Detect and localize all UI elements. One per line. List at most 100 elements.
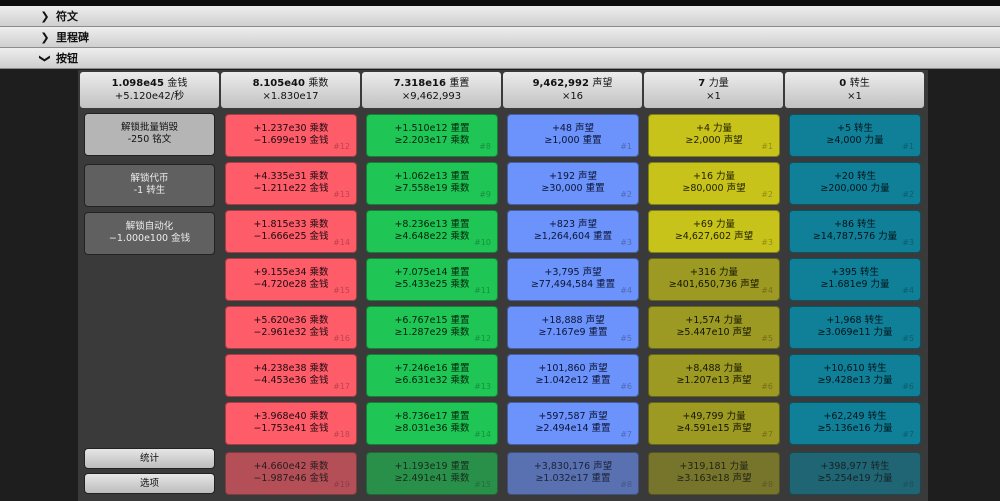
- upgrade-gain: +1.815e33 乘数: [253, 219, 329, 230]
- stats-button[interactable]: 统计: [84, 448, 215, 469]
- upgrade-index: #2: [902, 190, 914, 199]
- upgrade-cost: ≥401,650,736 声望: [668, 279, 760, 290]
- reset-upgrade-button[interactable]: +8.236e13 重置 ≥4.648e22 乘数 #10: [366, 210, 498, 253]
- upgrade-index: #1: [620, 142, 632, 151]
- multiplier-upgrade-button[interactable]: +9.155e34 乘数 −4.720e28 金钱 #15: [225, 258, 357, 301]
- upgrade-gain: +5.620e36 乘数: [253, 315, 329, 326]
- power-upgrade-button[interactable]: +49,799 力量 ≥4.591e15 声望 #7: [648, 402, 780, 445]
- resource-amount: 9,462,992: [532, 78, 589, 89]
- upgrade-gain: +8.736e17 重置: [394, 411, 470, 422]
- upgrade-gain: +597,587 声望: [538, 411, 608, 422]
- prestige-upgrade-button[interactable]: +3,830,176 声望 ≥1.032e17 重置 #8: [507, 452, 639, 495]
- upgrade-gain: +7.075e14 重置: [394, 267, 470, 278]
- rebirth-upgrade-button[interactable]: +86 转生 ≥14,787,576 力量 #3: [789, 210, 921, 253]
- reset-upgrade-button[interactable]: +6.767e15 重置 ≥1.287e29 乘数 #12: [366, 306, 498, 349]
- resource-rate: ×9,462,993: [401, 91, 462, 102]
- upgrade-index: #8: [479, 142, 491, 151]
- upgrade-cost: ≥1,000 重置: [544, 135, 602, 146]
- upgrade-index: #6: [902, 382, 914, 391]
- resource-rate: +5.120e42/秒: [114, 91, 185, 102]
- multiplier-upgrade-button[interactable]: +3.968e40 乘数 −1.753e41 金钱 #18: [225, 402, 357, 445]
- rebirth-upgrade-button[interactable]: +5 转生 ≥4,000 力量 #1: [789, 114, 921, 157]
- rebirth-upgrade-button[interactable]: +395 转生 ≥1.681e9 力量 #4: [789, 258, 921, 301]
- multiplier-upgrade-button[interactable]: +4.660e42 乘数 −1.987e46 金钱 #19: [225, 452, 357, 495]
- upgrade-index: #1: [902, 142, 914, 151]
- resource-amount: 1.098e45: [111, 78, 164, 89]
- reset-upgrade-button[interactable]: +8.736e17 重置 ≥8.031e36 乘数 #14: [366, 402, 498, 445]
- reset-upgrade-button[interactable]: +7.075e14 重置 ≥5.433e25 乘数 #11: [366, 258, 498, 301]
- resource-rate: ×1: [847, 91, 862, 102]
- resource-header-money: 1.098e45 金钱 +5.120e42/秒: [80, 72, 219, 108]
- multiplier-upgrade-button[interactable]: +1.815e33 乘数 −1.666e25 金钱 #14: [225, 210, 357, 253]
- upgrade-cost: ≥1.042e12 重置: [535, 375, 611, 386]
- power-upgrade-button[interactable]: +319,181 力量 ≥3.163e18 声望 #8: [648, 452, 780, 495]
- upgrade-index: #15: [474, 480, 491, 489]
- prestige-upgrade-button[interactable]: +101,860 声望 ≥1.042e12 重置 #6: [507, 354, 639, 397]
- reset-upgrade-button[interactable]: +1.510e12 重置 ≥2.203e17 乘数 #8: [366, 114, 498, 157]
- upgrade-index: #8: [761, 480, 773, 489]
- upgrade-cost: ≥1.681e9 力量: [820, 279, 890, 290]
- upgrade-index: #5: [902, 334, 914, 343]
- unlock-tokens-button[interactable]: 解锁代币 -1 转生: [84, 164, 215, 207]
- options-button[interactable]: 选项: [84, 473, 215, 494]
- upgrade-gain: +3,795 声望: [544, 267, 602, 278]
- upgrade-gain: +1.510e12 重置: [394, 123, 470, 134]
- chevron-right-icon: ❯: [40, 30, 50, 44]
- upgrade-index: #19: [333, 480, 350, 489]
- accordion-runes[interactable]: ❯ 符文: [0, 6, 1000, 27]
- prestige-upgrade-button[interactable]: +3,795 声望 ≥77,494,584 重置 #4: [507, 258, 639, 301]
- upgrade-cost: ≥3.163e18 声望: [676, 473, 752, 484]
- accordion-milestones[interactable]: ❯ 里程碑: [0, 27, 1000, 48]
- upgrade-gain: +823 声望: [548, 219, 598, 230]
- rebirth-upgrade-button[interactable]: +10,610 转生 ≥9.428e13 力量 #6: [789, 354, 921, 397]
- chevron-right-icon: ❯: [40, 9, 50, 23]
- upgrade-gain: +316 力量: [689, 267, 739, 278]
- upgrade-cost: ≥4.591e15 声望: [676, 423, 752, 434]
- button-cost: -250 铭文: [127, 134, 172, 145]
- reset-upgrade-button[interactable]: +7.246e16 重置 ≥6.631e32 乘数 #13: [366, 354, 498, 397]
- upgrade-cost: ≥2.203e17 乘数: [394, 135, 470, 146]
- button-cost: −1.000e100 金钱: [108, 233, 191, 244]
- power-upgrade-button[interactable]: +16 力量 ≥80,000 声望 #2: [648, 162, 780, 205]
- power-upgrade-button[interactable]: +1,574 力量 ≥5.447e10 声望 #5: [648, 306, 780, 349]
- resource-unit: 力量: [708, 78, 729, 89]
- accordion-buttons[interactable]: ❯ 按钮: [0, 48, 1000, 69]
- prestige-upgrade-button[interactable]: +18,888 声望 ≥7.167e9 重置 #5: [507, 306, 639, 349]
- upgrade-gain: +6.767e15 重置: [394, 315, 470, 326]
- power-upgrade-button[interactable]: +4 力量 ≥2,000 声望 #1: [648, 114, 780, 157]
- resource-amount: 7: [698, 78, 706, 89]
- unlock-bulk-destroy-button[interactable]: 解锁批量销毁 -250 铭文: [84, 113, 215, 156]
- resource-amount: 0: [839, 78, 847, 89]
- reset-upgrade-button[interactable]: +1.193e19 重置 ≥2.491e41 乘数 #15: [366, 452, 498, 495]
- upgrade-gain: +20 转生: [833, 171, 877, 182]
- upgrade-gain: +192 声望: [548, 171, 598, 182]
- power-upgrade-button[interactable]: +316 力量 ≥401,650,736 声望 #4: [648, 258, 780, 301]
- upgrade-gain: +4 力量: [695, 123, 733, 134]
- rebirth-upgrade-button[interactable]: +1,968 转生 ≥3.069e11 力量 #5: [789, 306, 921, 349]
- rebirth-upgrade-button[interactable]: +398,977 转生 ≥5.254e19 力量 #8: [789, 452, 921, 495]
- prestige-upgrade-button[interactable]: +192 声望 ≥30,000 重置 #2: [507, 162, 639, 205]
- power-upgrade-button[interactable]: +8,488 力量 ≥1.207e13 声望 #6: [648, 354, 780, 397]
- upgrade-index: #15: [333, 286, 350, 295]
- upgrade-gain: +48 声望: [551, 123, 595, 134]
- rebirth-upgrade-button[interactable]: +20 转生 ≥200,000 力量 #2: [789, 162, 921, 205]
- upgrade-gain: +9.155e34 乘数: [253, 267, 329, 278]
- upgrade-index: #10: [474, 238, 491, 247]
- multiplier-upgrade-button[interactable]: +4.335e31 乘数 −1.211e22 金钱 #13: [225, 162, 357, 205]
- multiplier-upgrade-button[interactable]: +4.238e38 乘数 −4.453e36 金钱 #17: [225, 354, 357, 397]
- resource-amount: 7.318e16: [393, 78, 446, 89]
- multiplier-upgrade-button[interactable]: +5.620e36 乘数 −2.961e32 金钱 #16: [225, 306, 357, 349]
- upgrade-gain: +1.193e19 重置: [394, 461, 470, 472]
- button-title: 解锁批量销毁: [120, 122, 178, 133]
- power-upgrade-button[interactable]: +69 力量 ≥4,627,602 声望 #3: [648, 210, 780, 253]
- prestige-upgrade-button[interactable]: +823 声望 ≥1,264,604 重置 #3: [507, 210, 639, 253]
- reset-upgrade-button[interactable]: +1.062e13 重置 ≥7.558e19 乘数 #9: [366, 162, 498, 205]
- unlock-automation-button[interactable]: 解锁自动化 −1.000e100 金钱: [84, 212, 215, 255]
- multiplier-upgrade-button[interactable]: +1.237e30 乘数 −1.699e19 金钱 #12: [225, 114, 357, 157]
- prestige-upgrade-button[interactable]: +48 声望 ≥1,000 重置 #1: [507, 114, 639, 157]
- rebirth-upgrade-button[interactable]: +62,249 转生 ≥5.136e16 力量 #7: [789, 402, 921, 445]
- prestige-upgrade-button[interactable]: +597,587 声望 ≥2.494e14 重置 #7: [507, 402, 639, 445]
- upgrade-index: #3: [902, 238, 914, 247]
- upgrade-index: #18: [333, 430, 350, 439]
- upgrade-cost: ≥5.136e16 力量: [817, 423, 893, 434]
